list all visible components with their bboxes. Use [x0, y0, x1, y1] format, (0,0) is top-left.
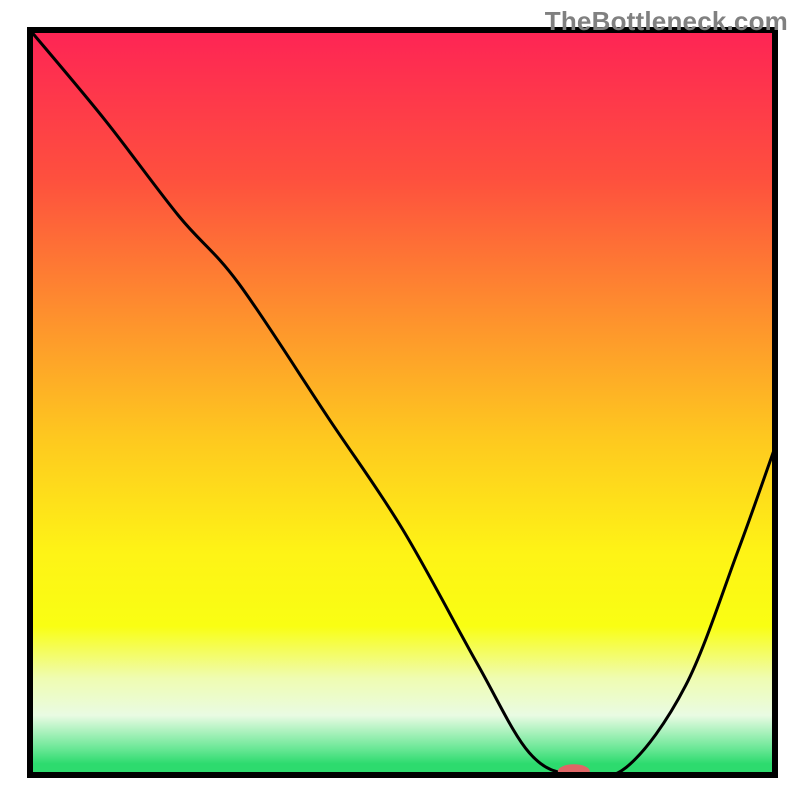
watermark-text: TheBottleneck.com — [545, 6, 788, 37]
plot-background — [30, 30, 775, 775]
chart-svg — [0, 0, 800, 800]
chart-container: TheBottleneck.com — [0, 0, 800, 800]
